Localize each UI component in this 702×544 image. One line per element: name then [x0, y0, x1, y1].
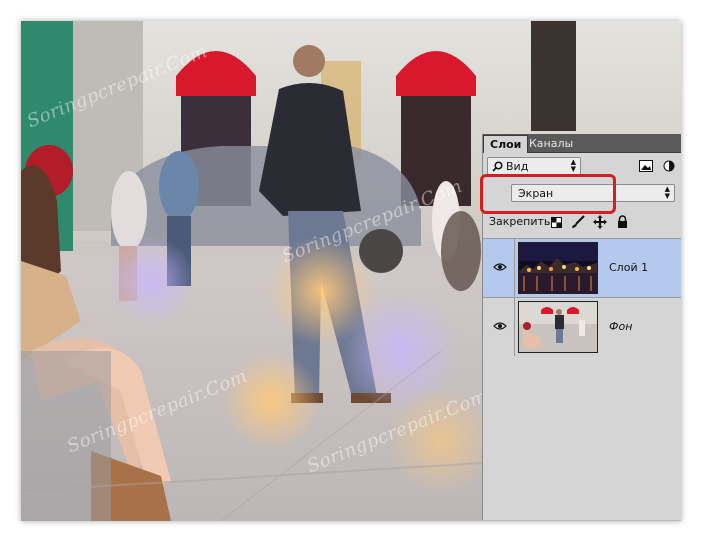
- chevron-updown-icon: ▲ ▼: [570, 158, 576, 173]
- lock-brush-icon[interactable]: [571, 215, 585, 229]
- layer-name: Слой 1: [609, 261, 649, 274]
- blend-mode-select[interactable]: Экран ▲ ▼: [511, 184, 675, 202]
- layer-filter-select[interactable]: Вид ▲ ▼: [487, 157, 581, 175]
- search-icon: [492, 161, 503, 172]
- filter-row: Вид ▲ ▼: [483, 156, 681, 178]
- adjustment-filter-icon[interactable]: [663, 160, 675, 172]
- lock-move-icon[interactable]: [593, 215, 607, 229]
- layer-filter-label: Вид: [506, 160, 529, 173]
- image-filter-icon[interactable]: [639, 160, 653, 172]
- lock-label: Закрепить:: [489, 215, 555, 228]
- lock-row: Закрепить:: [483, 212, 681, 234]
- visibility-toggle[interactable]: [483, 298, 515, 356]
- layer-thumbnail: [518, 242, 598, 294]
- panel-tab-bar: Слои Каналы: [483, 134, 681, 153]
- eye-icon: [493, 263, 507, 271]
- lock-transparency-icon[interactable]: [551, 217, 562, 228]
- layers-panel: Слои Каналы Вид ▲▼ Экран ▲▼ Закрепить:: [482, 134, 681, 520]
- lock-all-icon[interactable]: [617, 215, 628, 228]
- layer-name: Фон: [609, 320, 633, 333]
- tab-channels[interactable]: Каналы: [523, 135, 579, 152]
- layer-row[interactable]: Слой 1: [483, 238, 681, 297]
- canvas-frame: Soringpcrepair.Com Soringpcrepair.Com So…: [21, 21, 681, 521]
- visibility-toggle[interactable]: [483, 239, 515, 297]
- chevron-updown-icon: ▲ ▼: [664, 185, 670, 200]
- blend-mode-value: Экран: [518, 187, 554, 200]
- eye-icon: [493, 322, 507, 330]
- layer-thumbnail: [518, 301, 598, 353]
- layer-row[interactable]: Фон: [483, 297, 681, 356]
- tab-layers[interactable]: Слои: [483, 135, 529, 153]
- blend-row: Экран ▲ ▼: [483, 180, 681, 206]
